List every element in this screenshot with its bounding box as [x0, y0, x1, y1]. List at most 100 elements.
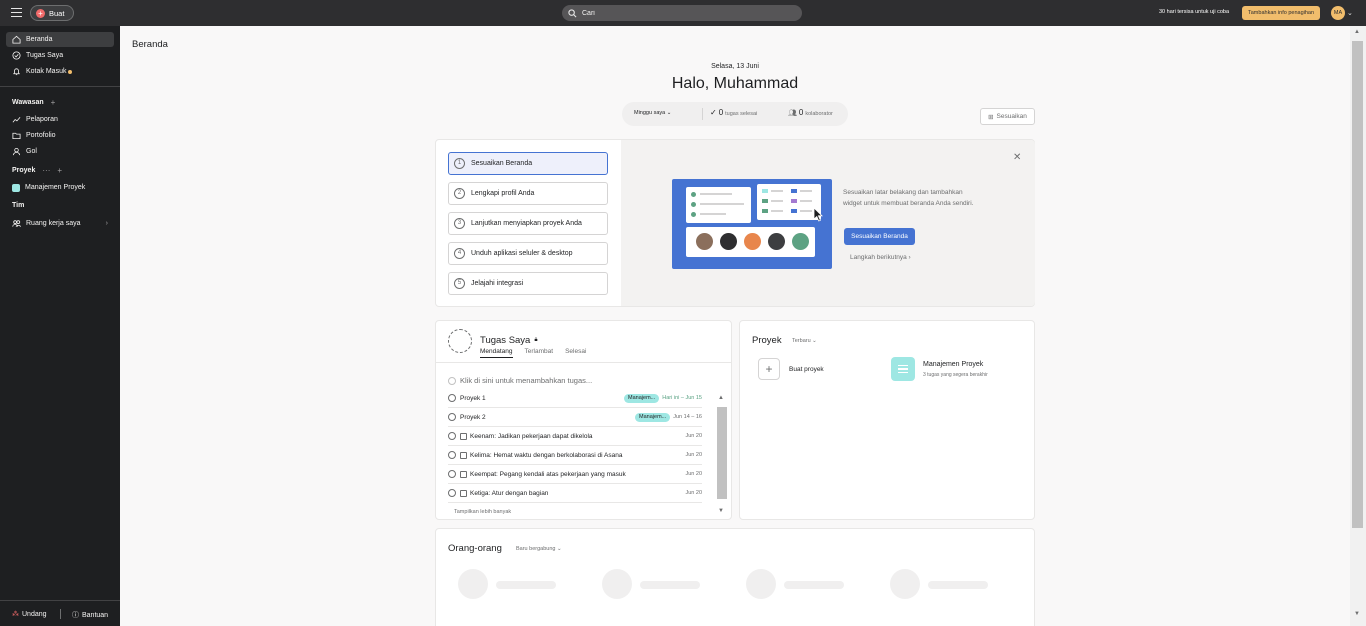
projects-filter-label: Terbaru [792, 338, 811, 344]
project-name[interactable]: Manajemen Proyek [923, 361, 983, 368]
page-scrollbar[interactable]: ▲ ▼ [1350, 26, 1366, 626]
add-icon[interactable]: + [57, 166, 62, 175]
illustration-block [762, 199, 768, 203]
tab-completed[interactable]: Selesai [565, 348, 586, 358]
task-due-date: Jun 14 – 16 [673, 414, 702, 420]
project-list-icon[interactable] [891, 357, 915, 381]
onboarding-step-5[interactable]: 5 Jelajahi integrasi [448, 272, 608, 295]
people-filter-dropdown[interactable]: Baru bergabung ⌄ [516, 546, 562, 552]
create-button[interactable]: + Buat [30, 5, 75, 21]
person-placeholder-avatar [746, 569, 776, 599]
scroll-down-arrow-icon[interactable]: ▼ [1354, 611, 1360, 617]
add-task-prompt[interactable]: Klik di sini untuk menambahkan tugas... [448, 376, 592, 385]
task-row[interactable]: Proyek 1 Manajem... Hari ini – Jun 15 [448, 389, 702, 408]
plus-icon[interactable]: + [758, 358, 780, 380]
team-icon [12, 220, 21, 227]
task-checkbox[interactable] [448, 489, 456, 497]
create-button-label: Buat [49, 8, 65, 18]
avatar-illustration [792, 233, 809, 250]
onboarding-step-4[interactable]: 4 Unduh aplikasi seluler & desktop [448, 242, 608, 265]
scrollbar-thumb[interactable] [717, 407, 727, 499]
user-avatar[interactable]: MA [1331, 6, 1345, 20]
customize-label: Sesuaikan [996, 113, 1027, 120]
my-tasks-title[interactable]: Tugas Saya 🔒︎ [480, 335, 538, 346]
week-selector-label: Minggu saya [634, 110, 666, 116]
add-billing-button[interactable]: Tambahkan info penagihan [1242, 6, 1321, 20]
invite-button[interactable]: ⁂ Undang [12, 610, 47, 619]
sidebar-item-label: Ruang kerja saya [26, 220, 81, 227]
task-name: Proyek 2 [460, 413, 486, 421]
scroll-up-arrow-icon[interactable]: ▲ [718, 395, 724, 401]
tab-overdue[interactable]: Terlambat [525, 348, 554, 358]
projects-label: Proyek [12, 167, 36, 174]
sidebar-item-portfolios[interactable]: Portofolio [6, 128, 114, 143]
customize-button[interactable]: ⊞ Sesuaikan [980, 108, 1035, 125]
person-placeholder-name [928, 581, 988, 589]
search-box[interactable] [562, 5, 802, 21]
help-button[interactable]: ⓘ Bantuan [72, 610, 108, 620]
mouse-cursor-icon [813, 207, 823, 222]
more-icon[interactable]: ··· [42, 166, 50, 175]
help-label: Bantuan [82, 611, 109, 619]
sidebar-item-workspace[interactable]: Ruang kerja saya › [6, 216, 114, 231]
show-more-link[interactable]: Tampilkan lebih banyak [454, 509, 511, 515]
project-color-swatch [12, 183, 20, 192]
task-row[interactable]: Proyek 2 Manajem... Jun 14 – 16 [448, 408, 702, 427]
scrollbar-thumb[interactable] [1352, 41, 1363, 528]
projects-filter-dropdown[interactable]: Terbaru ⌄ [792, 338, 817, 344]
people-title: Orang-orang [448, 543, 502, 554]
onboarding-step-3[interactable]: 3 Lanjutkan menyiapkan proyek Anda [448, 212, 608, 235]
people-widget: Orang-orang Baru bergabung ⌄ [435, 528, 1035, 626]
check-circle-icon [12, 51, 21, 60]
step-label: Jelajahi integrasi [471, 280, 524, 287]
task-checkbox[interactable] [448, 413, 456, 421]
menu-toggle-icon[interactable] [11, 8, 22, 17]
next-step-link[interactable]: Langkah berikutnya › [850, 254, 911, 261]
task-checkbox[interactable] [448, 451, 456, 459]
scroll-up-arrow-icon[interactable]: ▲ [1354, 29, 1360, 35]
tasks-scrollbar[interactable]: ▲ ▼ [716, 393, 727, 518]
sidebar-item-goals[interactable]: Gol [6, 144, 114, 159]
task-row[interactable]: Keenam: Jadikan pekerjaan dapat dikelola… [448, 427, 702, 446]
task-row[interactable]: Kelima: Hemat waktu dengan berkolaborasi… [448, 446, 702, 465]
task-checkbox[interactable] [448, 432, 456, 440]
task-due-date: Hari ini – Jun 15 [662, 395, 702, 401]
sidebar-item-reporting[interactable]: Pelaporan [6, 112, 114, 127]
onboarding-step-2[interactable]: 2 Lengkapi profil Anda [448, 182, 608, 205]
sidebar-item-my-tasks[interactable]: Tugas Saya [6, 48, 114, 63]
trial-text: 30 hari tersisa untuk uji coba [1159, 9, 1230, 15]
sidebar-item-home[interactable]: Beranda [6, 32, 114, 47]
create-project-label[interactable]: Buat proyek [789, 366, 824, 373]
step-label: Lanjutkan menyiapkan proyek Anda [471, 220, 582, 227]
customize-home-button[interactable]: Sesuaikan Beranda [844, 228, 915, 245]
add-icon[interactable]: + [51, 98, 56, 107]
chevron-right-icon[interactable]: › [106, 220, 108, 227]
illustration-block [791, 199, 797, 203]
step-number: 2 [454, 188, 465, 199]
week-selector[interactable]: Minggu saya ⌄ [634, 110, 671, 116]
task-row[interactable]: Keempat: Pegang kendali atas pekerjaan y… [448, 465, 702, 484]
insights-section-label: Wawasan + [12, 98, 55, 107]
sidebar-item-project[interactable]: Manajemen Proyek [6, 180, 114, 195]
invite-label: Undang [22, 610, 47, 618]
sidebar: Beranda Tugas Saya Kotak Masuk Wawasan +… [0, 26, 120, 626]
task-checkbox[interactable] [448, 470, 456, 478]
projects-widget: Proyek Terbaru ⌄ + Buat proyek Manajemen… [739, 320, 1035, 520]
sidebar-item-inbox[interactable]: Kotak Masuk [6, 64, 114, 79]
scroll-down-arrow-icon[interactable]: ▼ [718, 508, 724, 514]
projects-title: Proyek [752, 335, 782, 346]
search-input[interactable] [582, 9, 782, 17]
step-label: Sesuaikan Beranda [471, 160, 533, 167]
chevron-down-icon[interactable]: ⌄ [1347, 9, 1353, 17]
onboarding-step-1[interactable]: 1 Sesuaikan Beranda [448, 152, 608, 175]
task-due-date: Jun 20 [685, 452, 702, 458]
task-row[interactable]: Ketiga: Atur dengan bagian Jun 20 [448, 484, 702, 503]
task-checkbox[interactable] [448, 394, 456, 402]
close-icon[interactable]: ✕ [1013, 152, 1021, 163]
bell-icon [13, 68, 20, 76]
illustration-row [800, 200, 812, 202]
page-title: Beranda [132, 39, 168, 50]
help-icon: ⓘ [72, 612, 79, 619]
tab-upcoming[interactable]: Mendatang [480, 348, 513, 358]
illustration-dot [691, 202, 696, 207]
